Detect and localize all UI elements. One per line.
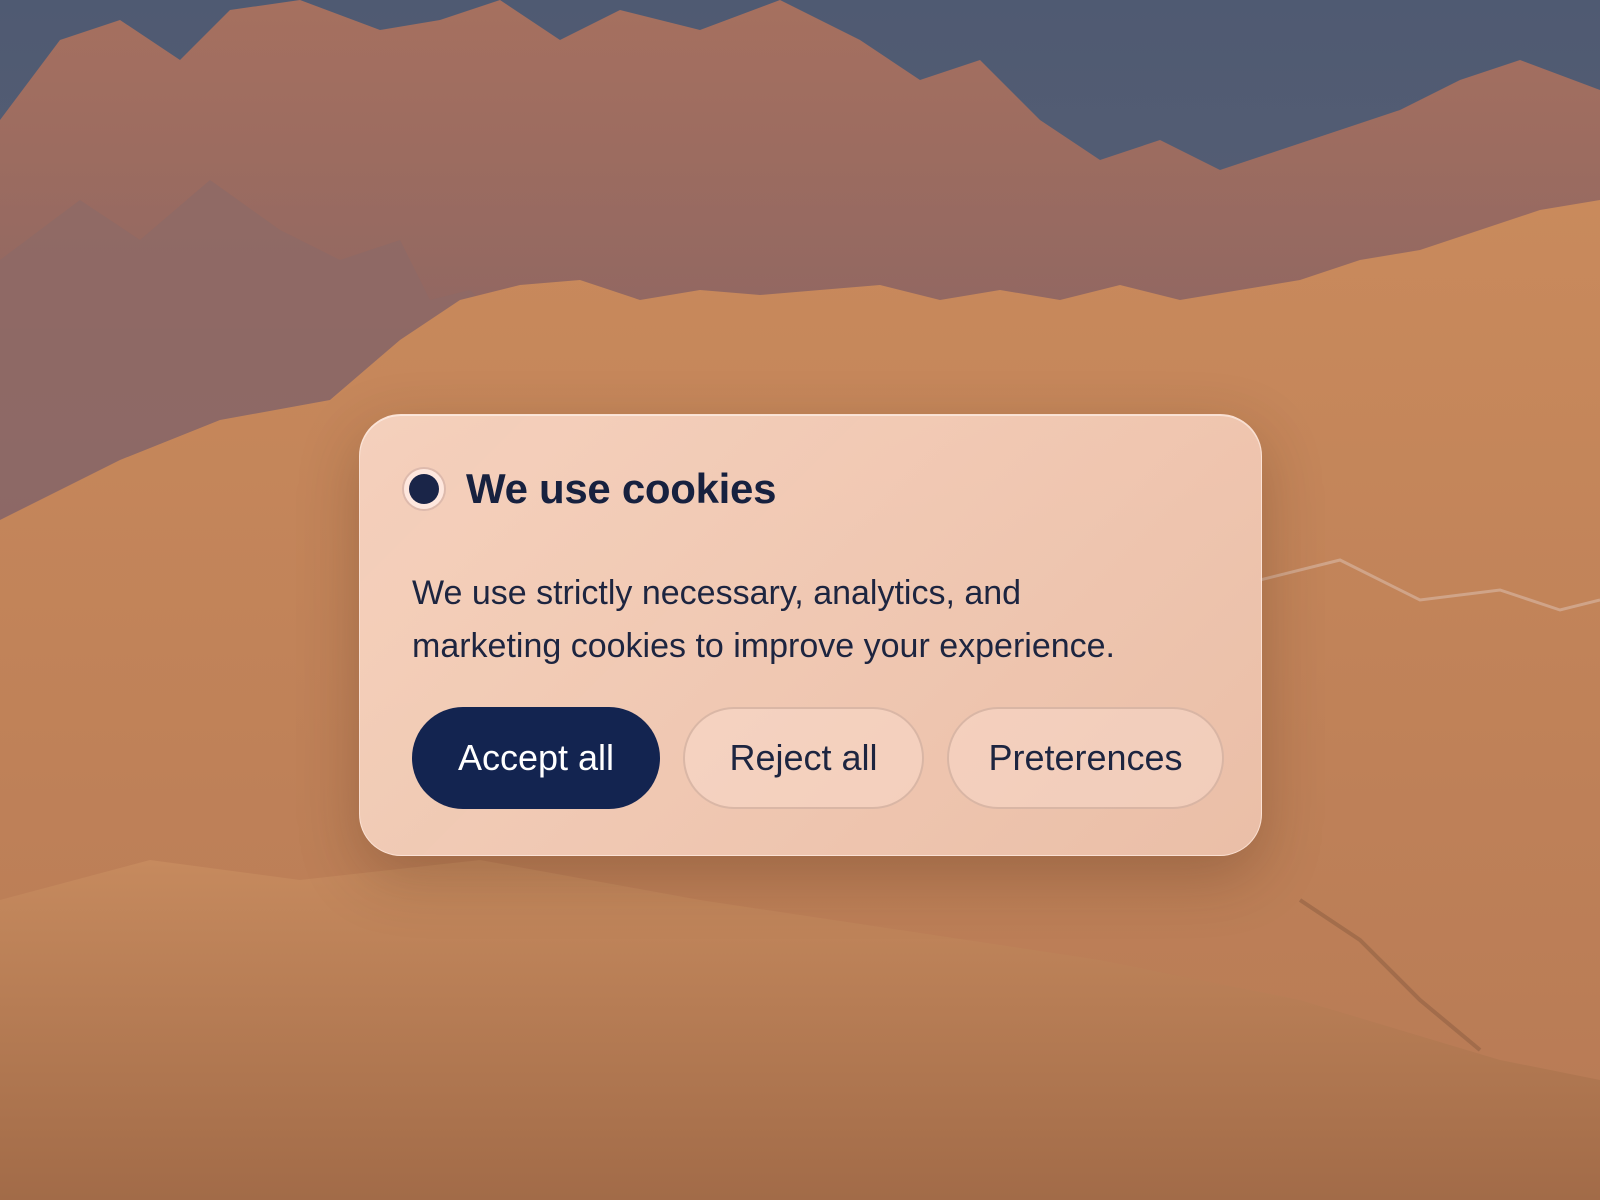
background-scene: We use cookies We use strictly necessary…: [0, 0, 1600, 1200]
dialog-title: We use cookies: [466, 465, 777, 512]
description-line-1: We use strictly necessary, analytics, an…: [412, 574, 1022, 612]
description-line-2: marketing cookies to improve your experi…: [412, 627, 1115, 665]
accept-all-button[interactable]: Accept all: [412, 707, 660, 809]
reject-all-button[interactable]: Reject all: [683, 707, 924, 809]
dialog-actions: Accept all Reject all Preterences: [412, 707, 1224, 809]
dialog-description: We use strictly necessary, analytics, an…: [412, 567, 1212, 673]
cookie-consent-dialog: We use cookies We use strictly necessary…: [359, 414, 1262, 856]
status-dot-icon: [404, 469, 444, 509]
dialog-header: We use cookies: [404, 465, 776, 513]
preferences-button[interactable]: Preterences: [947, 707, 1224, 809]
